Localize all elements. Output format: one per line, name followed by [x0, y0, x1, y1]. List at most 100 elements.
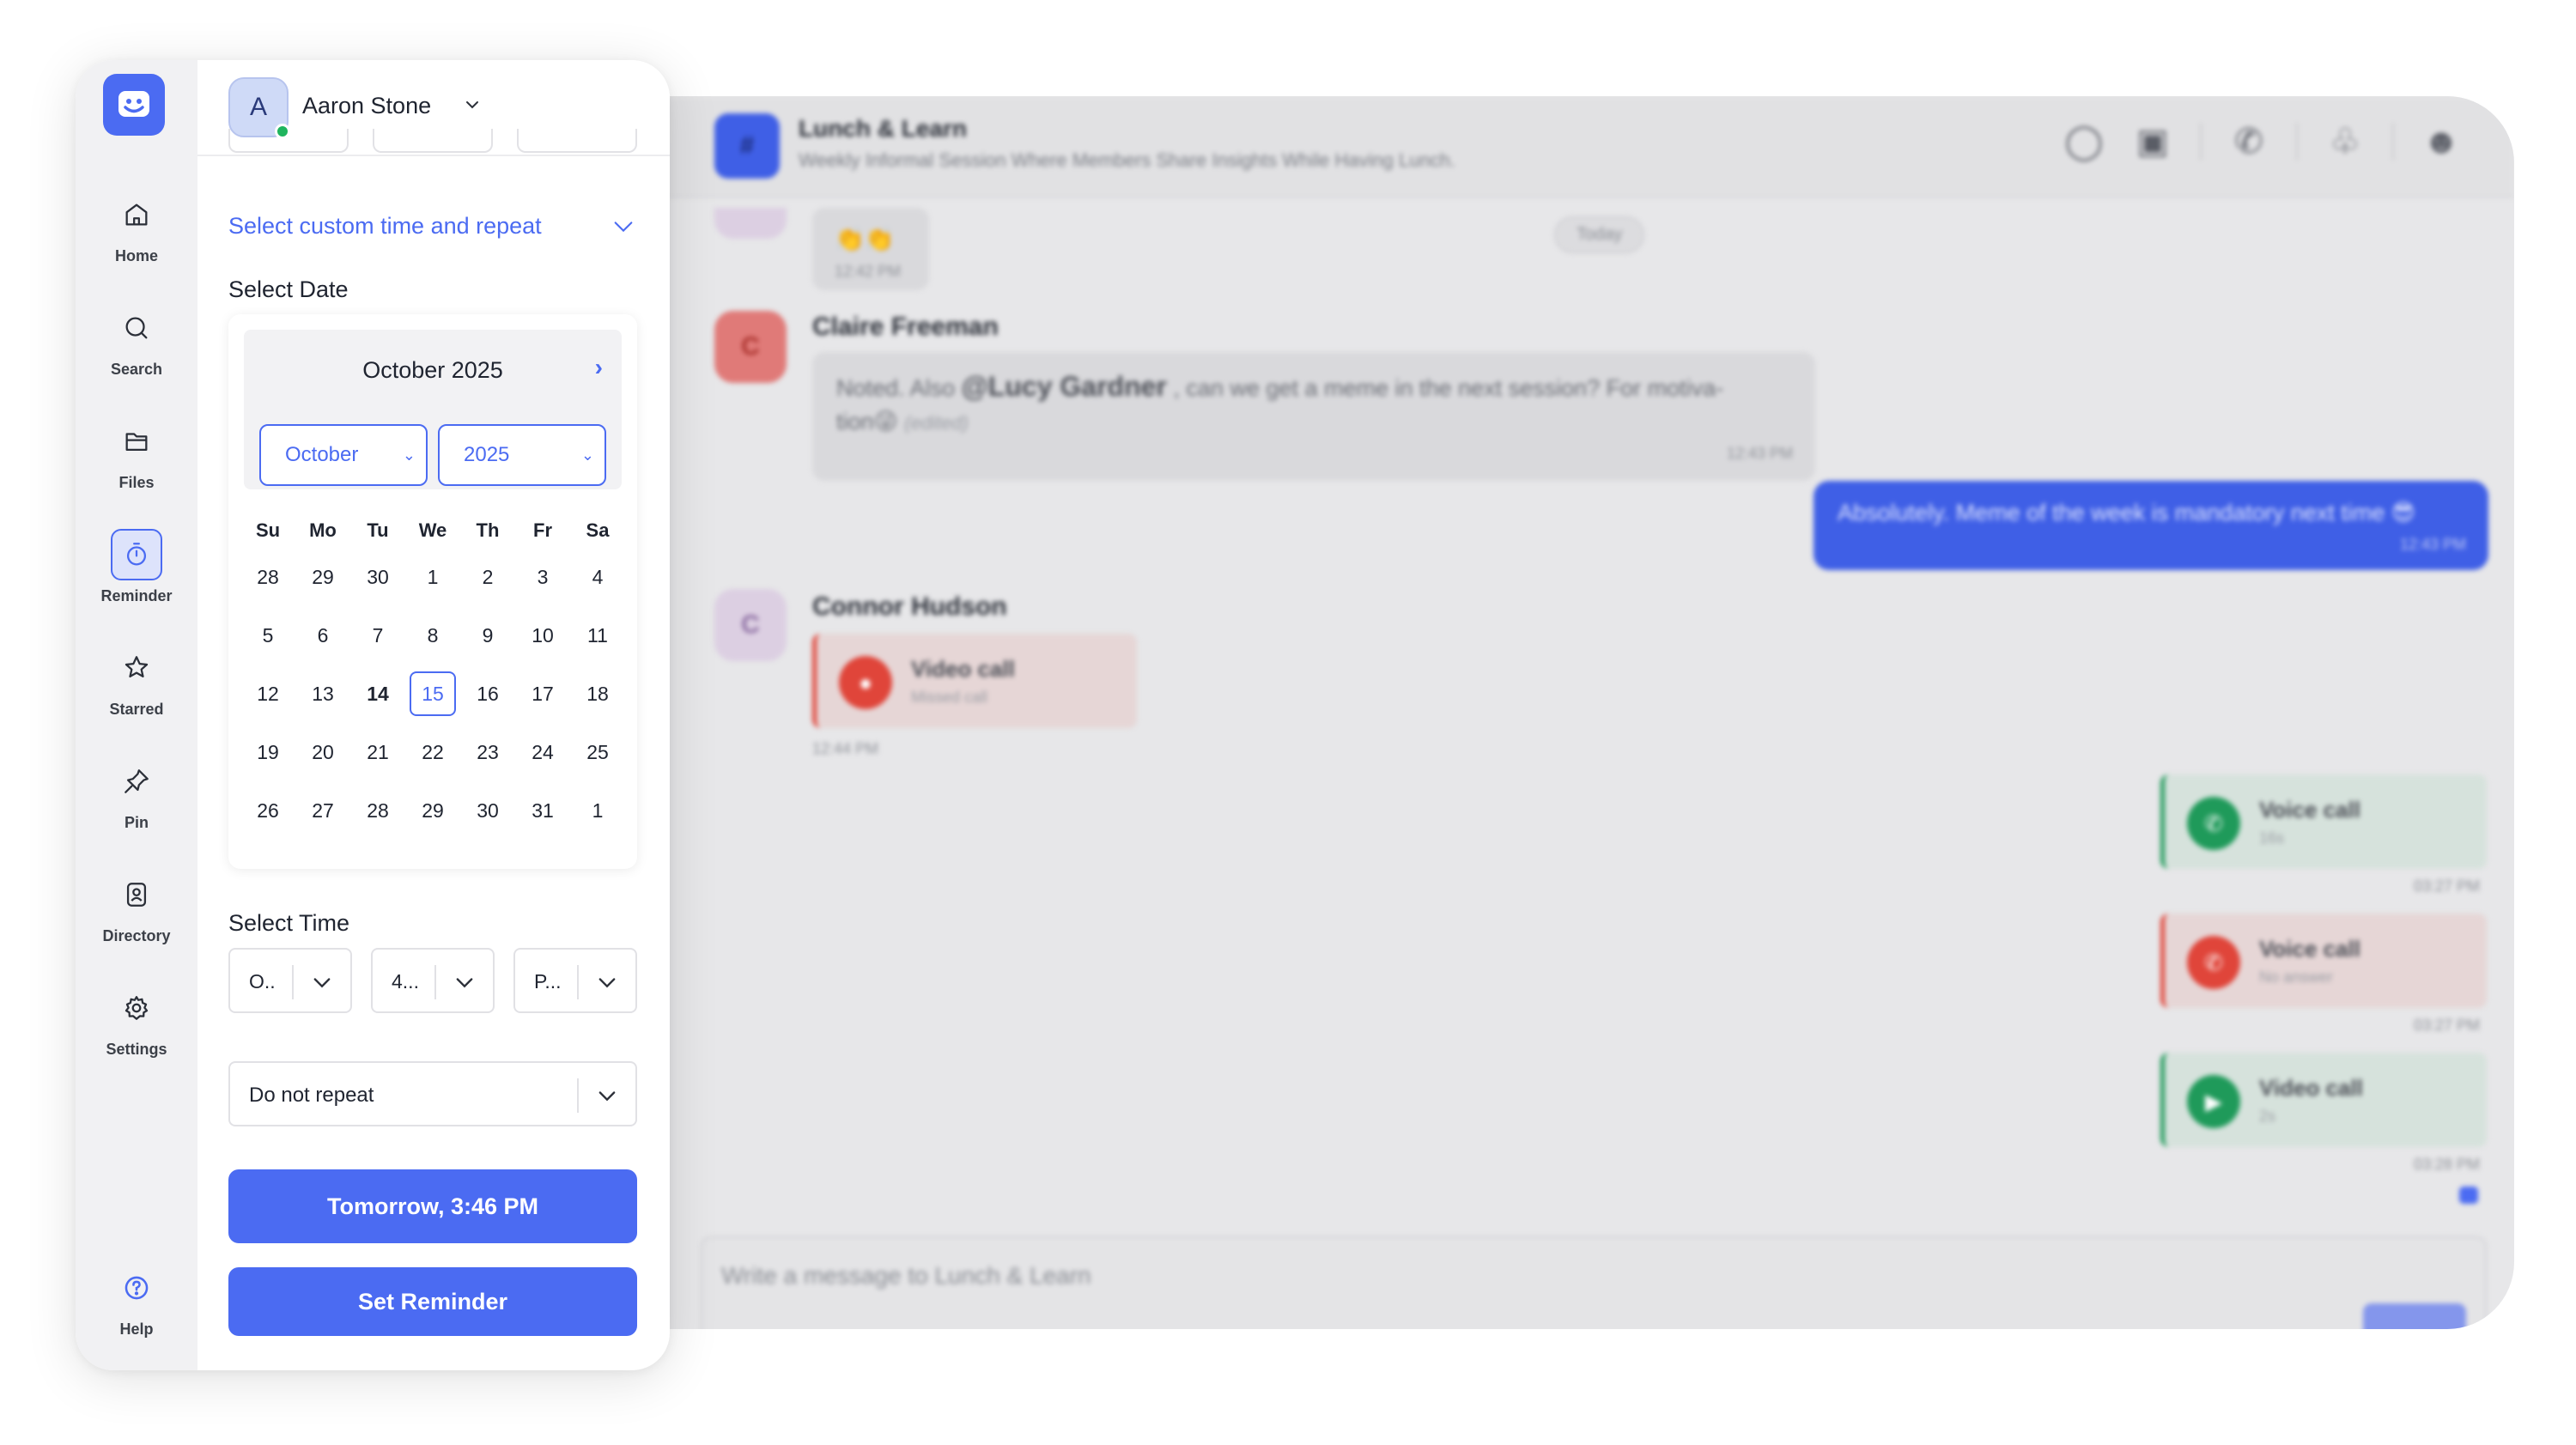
message-text: Noted. Also @Lucy Gardner , can we get a…: [836, 371, 1724, 402]
calendar-day[interactable]: 28: [240, 566, 295, 589]
calendar-day[interactable]: 30: [460, 799, 515, 823]
call-card[interactable]: ✆ Voice call No answer: [2160, 914, 2487, 1008]
call-card[interactable]: ● Video call Missed call: [812, 634, 1137, 728]
set-reminder-button[interactable]: Set Reminder: [228, 1267, 637, 1336]
sidebar-item-home[interactable]: Home: [76, 189, 197, 283]
sender-name[interactable]: Claire Freeman: [812, 313, 999, 342]
calendar-day[interactable]: 20: [295, 741, 350, 764]
outgoing-message: Absolutely. Meme of the week is mandator…: [1814, 481, 2488, 570]
calendar-day[interactable]: 2: [460, 566, 515, 589]
period-value: P...: [534, 970, 562, 993]
message-composer[interactable]: Write a message to Lunch & Learn: [701, 1236, 2487, 1329]
sidebar-item-files[interactable]: Files: [76, 416, 197, 510]
calendar-day[interactable]: 26: [240, 799, 295, 823]
select-divider: [434, 965, 436, 999]
sidebar-item-help[interactable]: Help: [76, 1262, 197, 1357]
sidebar-item-directory[interactable]: Directory: [76, 869, 197, 963]
calendar-day[interactable]: 1: [405, 566, 460, 589]
message-emoji: 👏👏: [835, 226, 895, 252]
reminder-panel: A Aaron Stone Select custom time and rep…: [197, 60, 670, 1370]
calendar-day[interactable]: 6: [295, 624, 350, 647]
pin-icon: [111, 756, 162, 807]
calendar-day[interactable]: 24: [515, 741, 570, 764]
calendar-day[interactable]: 14: [350, 683, 405, 706]
weekday-label: Fr: [533, 519, 552, 541]
chevron-down-icon: [452, 970, 477, 994]
tomorrow-button[interactable]: Tomorrow, 3:46 PM: [228, 1169, 637, 1243]
year-select[interactable]: 2025 ⌄: [438, 424, 606, 486]
read-receipt-icon: [2459, 1187, 2478, 1204]
minute-select[interactable]: 4...: [371, 948, 495, 1013]
sidebar-item-pin[interactable]: Pin: [76, 756, 197, 850]
calendar-day[interactable]: 11: [570, 624, 625, 647]
calendar-day[interactable]: 8: [405, 624, 460, 647]
video-icon[interactable]: ▣: [2131, 122, 2174, 161]
repeat-select[interactable]: Do not repeat: [228, 1061, 637, 1126]
calendar-day[interactable]: 22: [405, 741, 460, 764]
calendar-day[interactable]: 16: [460, 683, 515, 706]
calendar-day[interactable]: 13: [295, 683, 350, 706]
quick-option-chip[interactable]: [517, 129, 637, 153]
calendar-day[interactable]: 7: [350, 624, 405, 647]
channel-name[interactable]: Lunch & Learn: [799, 115, 967, 143]
calendar-day[interactable]: 27: [295, 799, 350, 823]
chevron-down-icon[interactable]: [462, 94, 483, 115]
calendar-day[interactable]: 5: [240, 624, 295, 647]
calendar-day[interactable]: 12: [240, 683, 295, 706]
select-time-label: Select Time: [228, 910, 350, 936]
sidebar-item-search[interactable]: Search: [76, 302, 197, 397]
call-title: Video call: [2259, 1075, 2363, 1101]
calendar-day[interactable]: 9: [460, 624, 515, 647]
bell-icon[interactable]: ♧: [2324, 122, 2366, 161]
calendar-week: 19 20 21 22 23 24 25: [240, 723, 625, 781]
user-name[interactable]: Aaron Stone: [302, 93, 431, 119]
calendar-day[interactable]: 1: [570, 799, 625, 823]
header-divider: [2296, 123, 2298, 161]
message-time: 12:43 PM: [1726, 445, 1793, 462]
next-month-button[interactable]: ›: [595, 354, 603, 381]
hour-value: O..: [249, 970, 276, 993]
caret-down-icon: ⌄: [402, 446, 416, 464]
sidebar-item-starred[interactable]: Starred: [76, 642, 197, 737]
sender-name[interactable]: Connor Hudson: [812, 592, 1007, 622]
sidebar-item-settings[interactable]: Settings: [76, 982, 197, 1077]
calendar-day[interactable]: 28: [350, 799, 405, 823]
hour-select[interactable]: O..: [228, 948, 352, 1013]
calendar-day[interactable]: 21: [350, 741, 405, 764]
calendar-day[interactable]: 19: [240, 741, 295, 764]
chevron-down-icon[interactable]: [610, 215, 637, 239]
calendar-day[interactable]: 23: [460, 741, 515, 764]
quick-option-chip[interactable]: [373, 129, 493, 153]
weekday-label: We: [418, 519, 447, 541]
message-bubble: Noted. Also @Lucy Gardner , can we get a…: [812, 352, 1815, 481]
calendar-day[interactable]: 3: [515, 566, 570, 589]
calendar-day[interactable]: 25: [570, 741, 625, 764]
calendar-day[interactable]: 29: [405, 799, 460, 823]
phone-icon[interactable]: ✆: [2227, 122, 2270, 161]
calendar-day[interactable]: 30: [350, 566, 405, 589]
mention[interactable]: @Lucy Gardner: [962, 371, 1167, 402]
call-card[interactable]: ✆ Voice call 16s: [2160, 774, 2487, 869]
call-title: Voice call: [2259, 797, 2361, 823]
month-select[interactable]: October ⌄: [259, 424, 428, 486]
period-select[interactable]: P...: [513, 948, 637, 1013]
call-status: 16s: [2259, 829, 2285, 847]
calendar-day-selected[interactable]: 15: [405, 671, 460, 716]
custom-time-toggle[interactable]: Select custom time and repeat: [228, 213, 542, 240]
calendar-day[interactable]: 29: [295, 566, 350, 589]
header-divider: [2392, 123, 2394, 161]
weekday-row: Su Mo Tu We Th Fr Sa: [240, 513, 625, 548]
search-icon[interactable]: ◯: [2063, 122, 2105, 161]
calendar-day[interactable]: 18: [570, 683, 625, 706]
calendar-day[interactable]: 17: [515, 683, 570, 706]
call-card[interactable]: ▶ Video call 2s: [2160, 1053, 2487, 1147]
app-logo[interactable]: [103, 74, 165, 136]
search-icon: [111, 302, 162, 354]
calendar-day[interactable]: 31: [515, 799, 570, 823]
sidebar-item-reminder[interactable]: Reminder: [76, 529, 197, 623]
sidebar-item-label: Help: [119, 1321, 154, 1338]
send-button[interactable]: [2363, 1303, 2466, 1329]
user-icon[interactable]: ☻: [2420, 123, 2463, 161]
calendar-day[interactable]: 4: [570, 566, 625, 589]
calendar-day[interactable]: 10: [515, 624, 570, 647]
